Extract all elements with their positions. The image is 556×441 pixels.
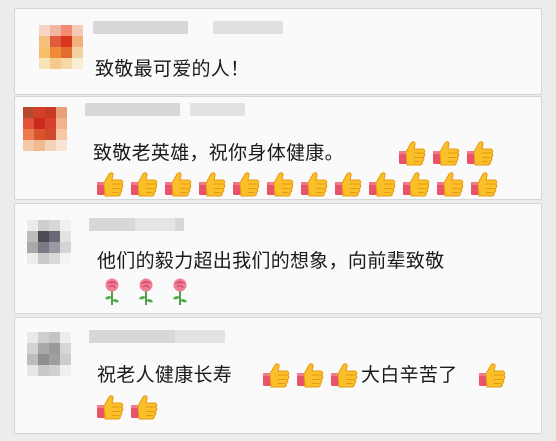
thumbs-up-icon [231,169,261,199]
comment-text: 祝老人健康长寿 [97,364,233,386]
comment-text: 致敬最可爱的人！ [95,58,250,80]
thumbs-up-icon [435,169,465,199]
emoji-group [101,276,191,306]
avatar[interactable] [27,332,71,376]
thumbs-up-icon [333,169,363,199]
timestamp-blurred [213,21,283,34]
emoji-group [397,138,495,168]
username-blurred [93,21,188,34]
thumbs-up-icon [397,138,427,168]
username-blurred [85,103,180,116]
comment-card: 祝老人健康长寿 大白辛苦了 [14,317,542,434]
avatar[interactable] [39,25,83,69]
comment-card: 致敬老英雄，祝你身体健康。 [14,96,542,200]
avatar[interactable] [23,107,67,151]
thumbs-up-icon [95,392,125,422]
rose-icon [169,276,191,306]
thumbs-up-icon [163,169,193,199]
thumbs-up-icon [469,169,499,199]
thumbs-up-icon [401,169,431,199]
timestamp-blurred [190,103,245,116]
comment-text: 致敬老英雄，祝你身体健康。 [93,142,344,164]
thumbs-up-icon [477,360,507,390]
emoji-group [95,392,159,422]
emoji-group [477,360,507,390]
timestamp-blurred [175,330,225,343]
thumbs-up-icon [295,360,325,390]
thumbs-up-icon [261,360,291,390]
comment-text: 大白辛苦了 [361,364,458,386]
thumbs-up-icon [95,169,125,199]
thumbs-up-icon [265,169,295,199]
username-blurred [89,330,184,343]
thumbs-up-icon [367,169,397,199]
comment-card: 致敬最可爱的人！ [14,8,542,95]
timestamp-blurred [135,218,175,231]
thumbs-up-icon [197,169,227,199]
emoji-group [95,169,499,199]
emoji-group [261,360,359,390]
comment-card: 他们的毅力超出我们的想象，向前辈致敬 [14,203,542,314]
rose-icon [135,276,157,306]
thumbs-up-icon [431,138,461,168]
comment-text: 他们的毅力超出我们的想象，向前辈致敬 [97,250,445,272]
avatar[interactable] [27,220,71,264]
rose-icon [101,276,123,306]
thumbs-up-icon [129,392,159,422]
thumbs-up-icon [129,169,159,199]
thumbs-up-icon [299,169,329,199]
thumbs-up-icon [465,138,495,168]
thumbs-up-icon [329,360,359,390]
